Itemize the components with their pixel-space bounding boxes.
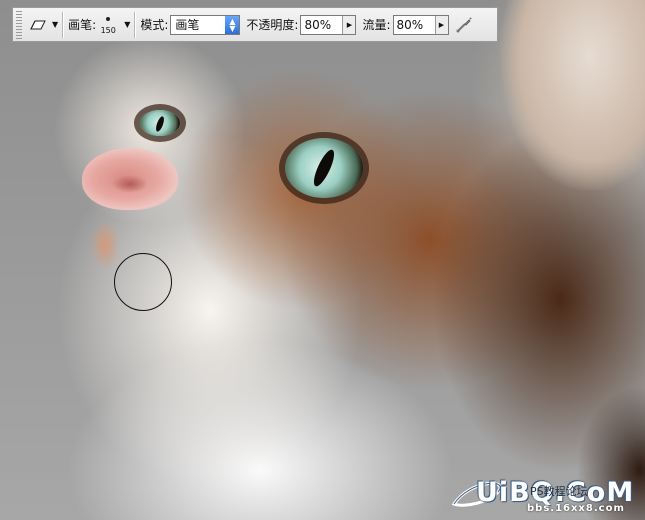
toolbar-grip[interactable] xyxy=(16,10,22,39)
flow-value: 80% xyxy=(396,17,424,32)
opacity-slider-toggle[interactable]: ▶ xyxy=(342,15,356,34)
eraser-icon xyxy=(30,20,46,29)
tool-options-bar: ▼ 画笔: 150 ▼ 模式: 画笔 ▲ ▼ 不透明度: 80% ▶ 流量: 80… xyxy=(12,7,498,42)
cat-eye-left xyxy=(140,110,180,136)
chevron-down-icon: ▼ xyxy=(124,20,131,29)
toolbar-divider xyxy=(62,11,65,38)
opacity-value: 80% xyxy=(304,17,332,32)
cat-ear xyxy=(500,0,645,190)
opacity-label: 不透明度: xyxy=(246,18,299,32)
brush-size: 150 xyxy=(100,25,116,35)
brush-cursor xyxy=(114,253,172,311)
document-canvas[interactable]: UiBQ.CoM PS教程论坛 bbs.16xx8.com xyxy=(0,0,645,520)
cat-eye-right xyxy=(285,138,363,198)
brush-tip-icon xyxy=(106,16,111,21)
flow-field[interactable]: 80% ▶ xyxy=(392,14,449,35)
updown-arrows-icon: ▲ ▼ xyxy=(225,15,240,34)
cat-mouth xyxy=(90,220,120,270)
watermark-forum-text: PS教程论坛 xyxy=(530,485,588,498)
airbrush-icon[interactable] xyxy=(455,16,473,34)
opacity-field[interactable]: 80% ▶ xyxy=(300,14,357,35)
brush-preset-picker[interactable]: 150 ▼ xyxy=(98,13,130,37)
chevron-down-icon: ▼ xyxy=(52,20,59,29)
flow-slider-toggle[interactable]: ▶ xyxy=(434,15,448,34)
watermark-url: bbs.16xx8.com xyxy=(527,503,625,514)
toolbar-divider xyxy=(134,11,137,38)
brush-thumbnail: 150 xyxy=(98,13,118,37)
tool-preset-picker[interactable]: ▼ xyxy=(30,20,58,30)
mode-value: 画笔 xyxy=(175,18,200,32)
cat-nostril xyxy=(112,175,148,193)
mode-label: 模式: xyxy=(140,18,169,32)
mode-select[interactable]: 画笔 ▲ ▼ xyxy=(170,14,241,35)
flow-label: 流量: xyxy=(362,18,391,32)
brush-label: 画笔: xyxy=(68,18,97,32)
